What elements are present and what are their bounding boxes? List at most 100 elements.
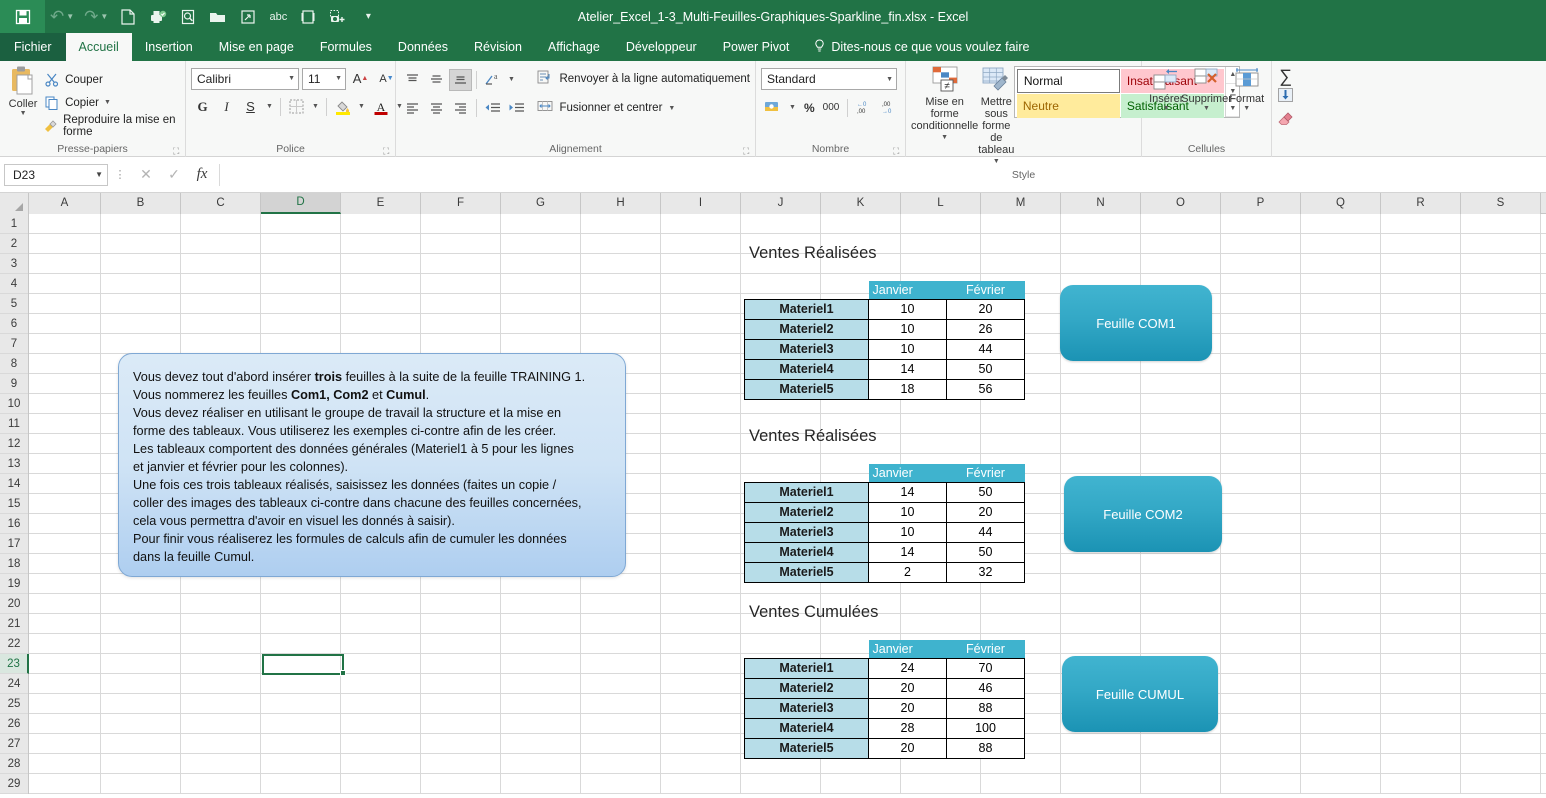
borders-dropdown[interactable]: ▼ (309, 95, 322, 118)
fill-color-button[interactable] (331, 95, 354, 118)
font-color-button[interactable]: A (369, 95, 392, 118)
align-left-button[interactable] (401, 97, 424, 119)
column-header-p[interactable]: P (1221, 193, 1301, 214)
row-header-15[interactable]: 15 (0, 494, 28, 514)
row-header-8[interactable]: 8 (0, 354, 28, 374)
align-middle-button[interactable] (425, 69, 448, 91)
column-header-o[interactable]: O (1141, 193, 1221, 214)
conditional-formatting-button[interactable]: ≠ Mise en forme conditionnelle ▼ (911, 64, 978, 144)
tab-formules[interactable]: Formules (307, 33, 385, 61)
tab-mise-en-page[interactable]: Mise en page (206, 33, 307, 61)
decrease-indent-button[interactable] (481, 97, 504, 119)
cells-area[interactable]: Ventes Réalisées Janvier Février Materie… (29, 214, 1546, 794)
align-right-button[interactable] (449, 97, 472, 119)
borders-icon[interactable] (233, 0, 263, 33)
chevron-down-icon[interactable]: ▼ (993, 156, 1000, 168)
new-file-icon[interactable] (113, 0, 143, 33)
cut-button[interactable]: Couper (43, 68, 180, 91)
row-header-2[interactable]: 2 (0, 234, 28, 254)
orientation-button[interactable]: a (481, 69, 504, 91)
insert-cells-button[interactable]: Insérer ▼ (1147, 64, 1186, 112)
chevron-down-icon[interactable]: ▼ (1163, 105, 1170, 112)
column-header-h[interactable]: H (581, 193, 661, 214)
italic-button[interactable]: I (215, 95, 238, 118)
insert-function-button[interactable]: fx (188, 163, 216, 187)
shape-feuille-com2[interactable]: Feuille COM2 (1064, 476, 1222, 552)
row-header-19[interactable]: 19 (0, 574, 28, 594)
decrease-decimal-button[interactable]: ,00 →0 (878, 97, 901, 119)
wrap-text-button[interactable]: Renvoyer à la ligne automatiquement (528, 68, 750, 90)
row-header-9[interactable]: 9 (0, 374, 28, 394)
borders-button[interactable] (285, 95, 308, 118)
row-header-7[interactable]: 7 (0, 334, 28, 354)
row-header-22[interactable]: 22 (0, 634, 28, 654)
underline-dropdown[interactable]: ▼ (263, 95, 276, 118)
underline-button[interactable]: S (239, 95, 262, 118)
tab-donnees[interactable]: Données (385, 33, 461, 61)
chevron-down-icon[interactable]: ▼ (100, 12, 108, 21)
copy-button[interactable]: Copier ▼ (43, 91, 180, 114)
row-header-27[interactable]: 27 (0, 734, 28, 754)
row-header-21[interactable]: 21 (0, 614, 28, 634)
decrease-font-size-button[interactable]: A ▼ (375, 67, 398, 90)
select-objects-icon[interactable] (293, 0, 323, 33)
formula-input[interactable] (219, 163, 1542, 186)
save-button[interactable] (0, 0, 45, 33)
accounting-format-button[interactable] (761, 97, 784, 119)
undo-button[interactable]: ↶ ▼ (45, 0, 79, 33)
tab-insertion[interactable]: Insertion (132, 33, 206, 61)
row-header-11[interactable]: 11 (0, 414, 28, 434)
row-header-25[interactable]: 25 (0, 694, 28, 714)
selected-cell-d23[interactable] (262, 654, 344, 675)
tab-developpeur[interactable]: Développeur (613, 33, 710, 61)
row-header-10[interactable]: 10 (0, 394, 28, 414)
align-center-button[interactable] (425, 97, 448, 119)
column-header-i[interactable]: I (661, 193, 741, 214)
chevron-down-icon[interactable]: ▼ (1243, 105, 1250, 112)
fill-color-dropdown[interactable]: ▼ (355, 95, 368, 118)
column-header-c[interactable]: C (181, 193, 261, 214)
chevron-down-icon[interactable]: ▼ (882, 76, 893, 83)
autosum-button[interactable]: ∑ (1279, 67, 1292, 85)
tab-affichage[interactable]: Affichage (535, 33, 613, 61)
column-header-l[interactable]: L (901, 193, 981, 214)
comma-style-button[interactable]: 000 (820, 97, 843, 119)
column-header-a[interactable]: A (29, 193, 101, 214)
chevron-down-icon[interactable]: ▼ (1203, 105, 1210, 112)
tab-fichier[interactable]: Fichier (0, 33, 66, 61)
percent-style-button[interactable]: % (801, 97, 818, 119)
row-header-12[interactable]: 12 (0, 434, 28, 454)
row-header-4[interactable]: 4 (0, 274, 28, 294)
align-top-button[interactable] (401, 69, 424, 91)
shape-feuille-cumul[interactable]: Feuille CUMUL (1062, 656, 1218, 732)
chevron-down-icon[interactable]: ▼ (941, 132, 948, 144)
chevron-down-icon[interactable]: ▼ (284, 75, 295, 82)
instructions-callout[interactable]: Vous devez tout d'abord insérer trois fe… (118, 353, 626, 577)
row-header-14[interactable]: 14 (0, 474, 28, 494)
fill-button[interactable] (1277, 87, 1294, 108)
column-header-f[interactable]: F (421, 193, 501, 214)
column-header-n[interactable]: N (1061, 193, 1141, 214)
chevron-down-icon[interactable]: ▼ (66, 12, 74, 21)
customize-quick-access-toolbar[interactable]: ▾ (353, 0, 383, 33)
row-header-16[interactable]: 16 (0, 514, 28, 534)
tab-revision[interactable]: Révision (461, 33, 535, 61)
row-header-18[interactable]: 18 (0, 554, 28, 574)
chevron-down-icon[interactable]: ▼ (20, 110, 27, 117)
number-format-combo[interactable]: Standard ▼ (761, 68, 897, 90)
delete-cells-button[interactable]: Supprimer ▼ (1181, 64, 1232, 112)
column-header-d[interactable]: D (261, 193, 341, 214)
print-preview-icon[interactable] (173, 0, 203, 33)
chevron-down-icon[interactable]: ▼ (95, 170, 103, 179)
alignment-dialog-launcher[interactable]: ⛶ (743, 146, 753, 156)
cancel-formula-button[interactable]: ✕ (132, 163, 160, 187)
increase-decimal-button[interactable]: ←0,00 (853, 97, 876, 119)
spelling-icon[interactable]: abc (263, 0, 293, 33)
format-cells-button[interactable]: Format ▼ (1228, 64, 1267, 112)
row-header-5[interactable]: 5 (0, 294, 28, 314)
row-header-17[interactable]: 17 (0, 534, 28, 554)
row-header-28[interactable]: 28 (0, 754, 28, 774)
open-folder-icon[interactable] (203, 0, 233, 33)
name-box[interactable]: D23 ▼ (4, 163, 108, 186)
font-size-combo[interactable]: 11 ▼ (302, 67, 346, 90)
